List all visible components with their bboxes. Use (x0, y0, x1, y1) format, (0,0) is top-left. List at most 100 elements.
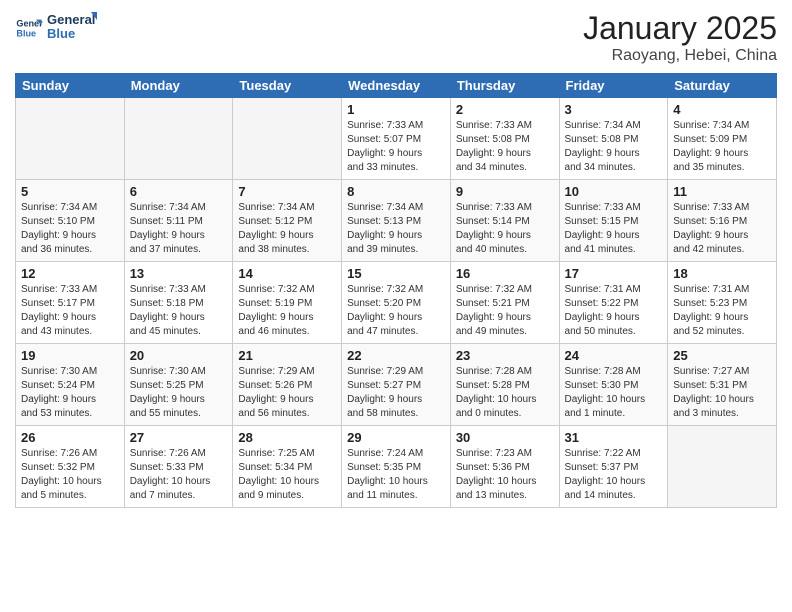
week-row-3: 12 Sunrise: 7:33 AM Sunset: 5:17 PM Dayli… (16, 262, 777, 344)
day-cell: 13Sunrise: 7:33 AM Sunset: 5:18 PM Dayli… (124, 262, 233, 344)
day-cell: 17 Sunrise: 7:31 AM Sunset: 5:22 PM Dayli… (559, 262, 668, 344)
day-info: Sunrise: 7:33 AM Sunset: 5:07 PM Dayligh… (347, 119, 445, 175)
day-cell (16, 98, 125, 180)
day-info: Sunrise: 7:34 AM Sunset: 5:11 PM Dayligh… (130, 201, 228, 257)
day-number: 2 (456, 102, 554, 117)
weekday-header-friday: Friday (559, 74, 668, 98)
day-cell: 8 Sunrise: 7:34 AM Sunset: 5:13 PM Daylig… (342, 180, 451, 262)
day-cell: 4 Sunrise: 7:34 AM Sunset: 5:09 PM Daylig… (668, 98, 777, 180)
day-info: Sunrise: 7:32 AM Sunset: 5:20 PM Dayligh… (347, 283, 445, 339)
day-info: Sunrise: 7:33 AM Sunset: 5:14 PM Dayligh… (456, 201, 554, 257)
day-number: 1 (347, 102, 445, 117)
day-info: Sunrise: 7:34 AM Sunset: 5:10 PM Dayligh… (21, 201, 119, 257)
day-info: Sunrise: 7:33 AM Sunset: 5:17 PM Dayligh… (21, 283, 119, 339)
day-number: 18 (673, 266, 771, 281)
day-info: Sunrise: 7:31 AM Sunset: 5:23 PM Dayligh… (673, 283, 771, 339)
day-info: Sunrise: 7:26 AM Sunset: 5:32 PM Dayligh… (21, 447, 119, 503)
day-info: Sunrise: 7:28 AM Sunset: 5:30 PM Dayligh… (565, 365, 663, 421)
weekday-header-sunday: Sunday (16, 74, 125, 98)
day-number: 10 (565, 184, 663, 199)
week-row-2: 5 Sunrise: 7:34 AM Sunset: 5:10 PM Daylig… (16, 180, 777, 262)
weekday-header-saturday: Saturday (668, 74, 777, 98)
day-info: Sunrise: 7:26 AM Sunset: 5:33 PM Dayligh… (130, 447, 228, 503)
day-cell: 15 Sunrise: 7:32 AM Sunset: 5:20 PM Dayli… (342, 262, 451, 344)
weekday-header-tuesday: Tuesday (233, 74, 342, 98)
week-row-4: 19Sunrise: 7:30 AM Sunset: 5:24 PM Dayli… (16, 344, 777, 426)
logo: General Blue General Blue (15, 10, 97, 45)
day-info: Sunrise: 7:31 AM Sunset: 5:22 PM Dayligh… (565, 283, 663, 339)
day-cell: 28Sunrise: 7:25 AM Sunset: 5:34 PM Dayli… (233, 426, 342, 508)
weekday-header-thursday: Thursday (450, 74, 559, 98)
day-info: Sunrise: 7:33 AM Sunset: 5:15 PM Dayligh… (565, 201, 663, 257)
day-number: 17 (565, 266, 663, 281)
day-cell: 23 Sunrise: 7:28 AM Sunset: 5:28 PM Dayli… (450, 344, 559, 426)
day-cell: 21 Sunrise: 7:29 AM Sunset: 5:26 PM Dayli… (233, 344, 342, 426)
svg-text:Blue: Blue (16, 28, 36, 38)
day-info: Sunrise: 7:29 AM Sunset: 5:27 PM Dayligh… (347, 365, 445, 421)
day-cell: 14Sunrise: 7:32 AM Sunset: 5:19 PM Dayli… (233, 262, 342, 344)
day-info: Sunrise: 7:30 AM Sunset: 5:25 PM Dayligh… (130, 365, 228, 421)
title-section: January 2025 Raoyang, Hebei, China (583, 10, 777, 65)
day-cell: 1 Sunrise: 7:33 AM Sunset: 5:07 PM Daylig… (342, 98, 451, 180)
day-cell: 3Sunrise: 7:34 AM Sunset: 5:08 PM Daylig… (559, 98, 668, 180)
weekday-header-row: SundayMondayTuesdayWednesdayThursdayFrid… (16, 74, 777, 98)
day-number: 4 (673, 102, 771, 117)
day-number: 28 (238, 430, 336, 445)
day-info: Sunrise: 7:34 AM Sunset: 5:13 PM Dayligh… (347, 201, 445, 257)
day-cell: 20Sunrise: 7:30 AM Sunset: 5:25 PM Dayli… (124, 344, 233, 426)
logo-icon: General Blue (15, 14, 43, 42)
day-number: 24 (565, 348, 663, 363)
day-info: Sunrise: 7:29 AM Sunset: 5:26 PM Dayligh… (238, 365, 336, 421)
day-number: 15 (347, 266, 445, 281)
day-number: 30 (456, 430, 554, 445)
day-cell: 5 Sunrise: 7:34 AM Sunset: 5:10 PM Daylig… (16, 180, 125, 262)
day-cell: 12 Sunrise: 7:33 AM Sunset: 5:17 PM Dayli… (16, 262, 125, 344)
calendar-container: General Blue General Blue January 2025 R… (0, 0, 792, 612)
day-info: Sunrise: 7:33 AM Sunset: 5:16 PM Dayligh… (673, 201, 771, 257)
day-cell: 29 Sunrise: 7:24 AM Sunset: 5:35 PM Dayli… (342, 426, 451, 508)
day-cell (124, 98, 233, 180)
day-cell: 10 Sunrise: 7:33 AM Sunset: 5:15 PM Dayli… (559, 180, 668, 262)
day-cell: 18 Sunrise: 7:31 AM Sunset: 5:23 PM Dayli… (668, 262, 777, 344)
day-cell (233, 98, 342, 180)
day-number: 6 (130, 184, 228, 199)
day-info: Sunrise: 7:22 AM Sunset: 5:37 PM Dayligh… (565, 447, 663, 503)
week-row-5: 26Sunrise: 7:26 AM Sunset: 5:32 PM Dayli… (16, 426, 777, 508)
day-info: Sunrise: 7:34 AM Sunset: 5:09 PM Dayligh… (673, 119, 771, 175)
calendar-title: January 2025 (583, 10, 777, 47)
day-number: 22 (347, 348, 445, 363)
day-cell: 2 Sunrise: 7:33 AM Sunset: 5:08 PM Daylig… (450, 98, 559, 180)
day-number: 11 (673, 184, 771, 199)
day-info: Sunrise: 7:32 AM Sunset: 5:21 PM Dayligh… (456, 283, 554, 339)
day-cell: 27Sunrise: 7:26 AM Sunset: 5:33 PM Dayli… (124, 426, 233, 508)
day-number: 9 (456, 184, 554, 199)
day-info: Sunrise: 7:30 AM Sunset: 5:24 PM Dayligh… (21, 365, 119, 421)
day-info: Sunrise: 7:34 AM Sunset: 5:12 PM Dayligh… (238, 201, 336, 257)
day-cell: 26Sunrise: 7:26 AM Sunset: 5:32 PM Dayli… (16, 426, 125, 508)
day-number: 5 (21, 184, 119, 199)
weekday-header-wednesday: Wednesday (342, 74, 451, 98)
weekday-header-monday: Monday (124, 74, 233, 98)
day-cell: 19Sunrise: 7:30 AM Sunset: 5:24 PM Dayli… (16, 344, 125, 426)
day-cell: 7Sunrise: 7:34 AM Sunset: 5:12 PM Daylig… (233, 180, 342, 262)
day-info: Sunrise: 7:28 AM Sunset: 5:28 PM Dayligh… (456, 365, 554, 421)
day-info: Sunrise: 7:27 AM Sunset: 5:31 PM Dayligh… (673, 365, 771, 421)
day-info: Sunrise: 7:33 AM Sunset: 5:08 PM Dayligh… (456, 119, 554, 175)
day-number: 14 (238, 266, 336, 281)
day-cell: 24 Sunrise: 7:28 AM Sunset: 5:30 PM Dayli… (559, 344, 668, 426)
day-number: 8 (347, 184, 445, 199)
day-cell: 25 Sunrise: 7:27 AM Sunset: 5:31 PM Dayli… (668, 344, 777, 426)
day-cell: 30Sunrise: 7:23 AM Sunset: 5:36 PM Dayli… (450, 426, 559, 508)
day-info: Sunrise: 7:34 AM Sunset: 5:08 PM Dayligh… (565, 119, 663, 175)
svg-text:General: General (47, 12, 95, 27)
day-number: 23 (456, 348, 554, 363)
day-number: 12 (21, 266, 119, 281)
header: General Blue General Blue January 2025 R… (15, 10, 777, 65)
day-cell: 6 Sunrise: 7:34 AM Sunset: 5:11 PM Daylig… (124, 180, 233, 262)
day-number: 21 (238, 348, 336, 363)
day-info: Sunrise: 7:24 AM Sunset: 5:35 PM Dayligh… (347, 447, 445, 503)
day-cell: 16Sunrise: 7:32 AM Sunset: 5:21 PM Dayli… (450, 262, 559, 344)
day-number: 25 (673, 348, 771, 363)
day-cell: 11 Sunrise: 7:33 AM Sunset: 5:16 PM Dayli… (668, 180, 777, 262)
day-number: 29 (347, 430, 445, 445)
